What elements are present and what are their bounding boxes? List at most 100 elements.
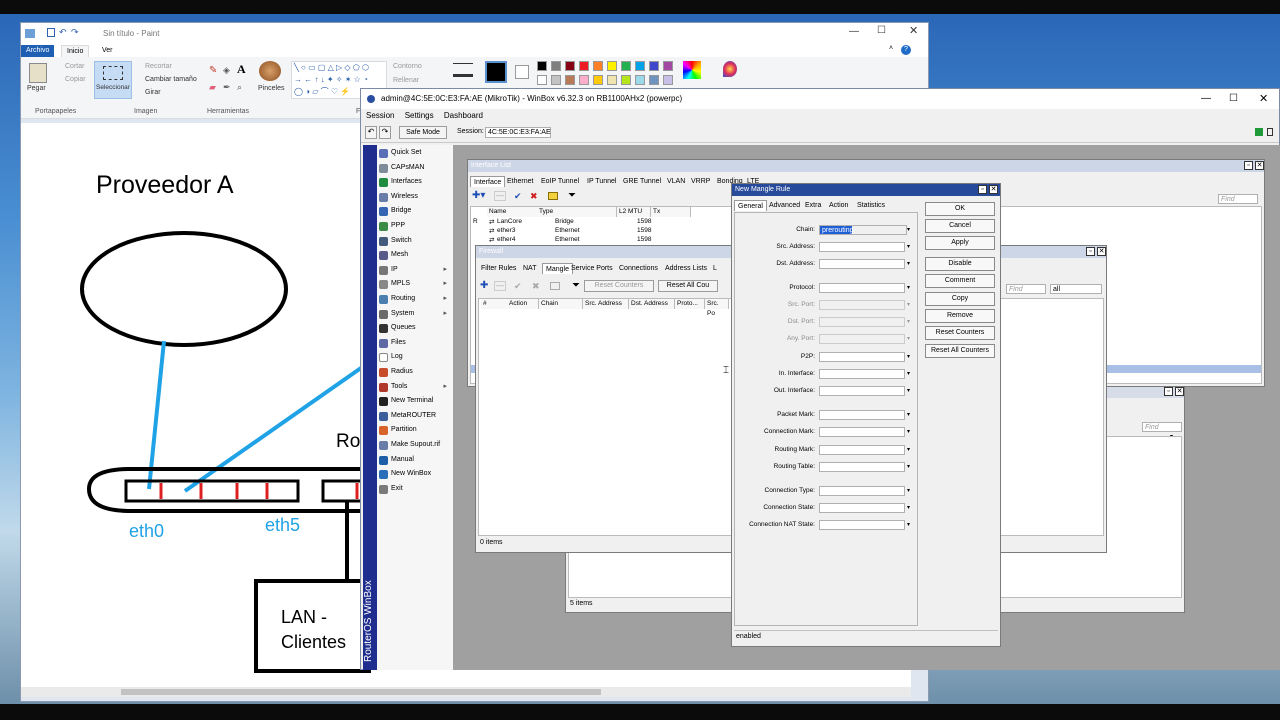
sidebar-item[interactable]: Manual (377, 453, 453, 468)
minimize-icon[interactable]: — (1201, 89, 1211, 109)
dropdown-arrow-icon[interactable]: ▾ (907, 260, 910, 267)
minimize-icon[interactable]: — (849, 26, 859, 37)
dropdown-arrow-icon[interactable]: ▾ (907, 411, 910, 418)
tab[interactable]: Ethernet (504, 176, 536, 187)
copy-button[interactable]: Copiar (65, 76, 86, 83)
field-input[interactable] (819, 520, 905, 530)
color-swatch[interactable] (551, 61, 561, 71)
menu-dashboard[interactable]: Dashboard (444, 109, 483, 123)
color-swatch[interactable] (537, 75, 547, 85)
column-header[interactable]: Action (507, 299, 539, 309)
tab[interactable]: Interface (470, 176, 506, 187)
add-icon[interactable]: ✚ (480, 280, 488, 291)
paint3d-icon[interactable] (723, 61, 737, 77)
column-header[interactable]: Proto... (675, 299, 705, 309)
color-swatch[interactable] (663, 61, 673, 71)
color1-swatch[interactable] (485, 61, 507, 83)
color-swatch[interactable] (649, 75, 659, 85)
enable-icon[interactable]: ✔ (514, 191, 522, 202)
tab-ver[interactable]: Ver (97, 45, 118, 57)
dropdown-arrow-icon[interactable]: ▾ (907, 504, 910, 511)
dialog-button[interactable]: Cancel (925, 219, 995, 233)
dropdown-arrow-icon[interactable]: ▾ (907, 335, 910, 342)
dropdown-arrow-icon[interactable]: ▾ (907, 370, 910, 377)
undo-icon[interactable]: ↶ (59, 27, 67, 38)
field-input[interactable] (819, 369, 905, 379)
close-icon[interactable]: ✕ (989, 185, 998, 194)
brush-icon[interactable] (259, 61, 281, 81)
color-palette[interactable] (537, 61, 677, 91)
color-swatch[interactable] (607, 61, 617, 71)
tab[interactable]: GRE Tunnel (620, 176, 664, 187)
hide-menu-icon[interactable] (1267, 128, 1273, 136)
tab[interactable]: VLAN (664, 176, 688, 187)
field-input[interactable] (819, 317, 905, 327)
dropdown-arrow-icon[interactable]: ▾ (907, 243, 910, 250)
dropdown-arrow-icon[interactable]: ▾ (907, 318, 910, 325)
sidebar-item[interactable]: Mesh (377, 248, 453, 263)
maximize-icon[interactable]: ☐ (1229, 89, 1238, 109)
restore-icon[interactable]: ▫ (1164, 387, 1173, 396)
pencil-icon[interactable]: ✎ (209, 65, 217, 76)
field-input[interactable]: prerouting (819, 225, 907, 235)
field-input[interactable] (819, 410, 905, 420)
cut-button[interactable]: Cortar (65, 63, 84, 70)
menu-session[interactable]: Session (366, 109, 394, 123)
disable-icon[interactable]: ✖ (532, 281, 540, 292)
dialog-button[interactable]: OK (925, 202, 995, 216)
field-input[interactable] (819, 283, 905, 293)
sidebar-item[interactable]: Quick Set (377, 146, 453, 161)
field-input[interactable] (819, 242, 905, 252)
remove-icon[interactable]: — (494, 191, 506, 201)
color-swatch[interactable] (649, 61, 659, 71)
sidebar-item[interactable]: Wireless (377, 190, 453, 205)
remove-icon[interactable]: — (494, 281, 506, 291)
color-swatch[interactable] (579, 75, 589, 85)
column-header[interactable]: Tx (651, 207, 691, 217)
sidebar-item[interactable]: New Terminal (377, 394, 453, 409)
restore-icon[interactable]: ▫ (1086, 247, 1095, 256)
redo-icon[interactable]: ↷ (379, 126, 391, 139)
color-swatch[interactable] (663, 75, 673, 85)
crop-button[interactable]: Recortar (145, 63, 172, 70)
field-input[interactable] (819, 386, 905, 396)
dropdown-arrow-icon[interactable]: ▾ (907, 521, 910, 528)
color-picker-icon[interactable]: ✒ (223, 82, 231, 93)
column-header[interactable]: # (481, 299, 509, 309)
restore-icon[interactable]: ▫ (1244, 161, 1253, 170)
dialog-button[interactable]: Apply (925, 236, 995, 250)
dropdown-arrow-icon[interactable]: ▾ (907, 463, 910, 470)
horizontal-scrollbar[interactable] (21, 687, 911, 697)
tab[interactable]: IP Tunnel (584, 176, 619, 187)
color-swatch[interactable] (593, 75, 603, 85)
dropdown-arrow-icon[interactable]: ▾ (907, 387, 910, 394)
save-icon[interactable] (47, 28, 55, 37)
text-tool-icon[interactable]: A (237, 62, 246, 77)
tab-archivo[interactable]: Archivo (21, 45, 55, 57)
eraser-icon[interactable]: ▰ (209, 82, 216, 93)
tab[interactable]: Service Ports (568, 263, 616, 274)
tab[interactable]: EoIP Tunnel (538, 176, 582, 187)
column-header[interactable]: Src. Po (705, 299, 729, 317)
field-input[interactable] (819, 427, 905, 437)
table-row[interactable]: ether4 Ethernet 1598 ⇄ (471, 236, 701, 245)
sidebar-item[interactable]: MPLS ▸ (377, 277, 453, 292)
dropdown-arrow-icon[interactable]: ▾ (907, 487, 910, 494)
color-swatch[interactable] (607, 75, 617, 85)
filter-icon[interactable]: ⏷ (568, 190, 576, 201)
reset-all-counters-button[interactable]: Reset All Cou (658, 280, 718, 292)
column-header[interactable]: Src. Address (583, 299, 629, 309)
find-input[interactable]: Find (1142, 422, 1182, 432)
table-row[interactable]: ether3 Ethernet 1598 ⇄ (471, 227, 701, 236)
dropdown-arrow-icon[interactable]: ▾ (907, 226, 910, 233)
rotate-button[interactable]: Girar (145, 89, 161, 96)
dropdown-arrow-icon[interactable]: ▾ (907, 446, 910, 453)
tab[interactable]: Filter Rules (478, 263, 519, 274)
color-swatch[interactable] (565, 75, 575, 85)
table-row[interactable]: R LanCore Bridge 1598 ⇄ (471, 218, 701, 227)
dialog-button[interactable]: Reset Counters (925, 326, 995, 340)
field-input[interactable] (819, 334, 905, 344)
tab-inicio[interactable]: Inicio (61, 45, 90, 57)
color-swatch[interactable] (537, 61, 547, 71)
reset-counters-button[interactable]: Reset Counters (584, 280, 654, 292)
